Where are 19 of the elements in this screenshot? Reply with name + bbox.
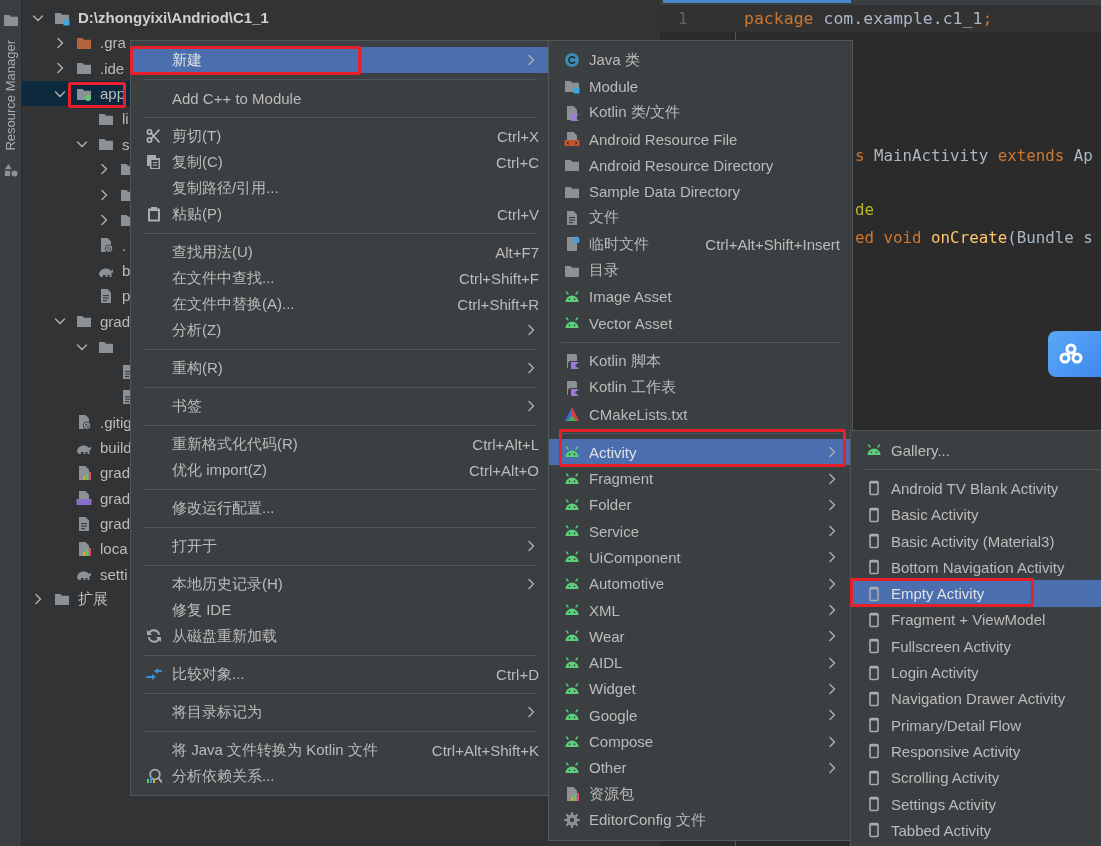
code-line: s MainActivity extends Ap xyxy=(855,145,1093,165)
tree-label: p xyxy=(122,287,131,305)
tree-label: s xyxy=(122,135,130,153)
tree-label: grad xyxy=(100,515,131,533)
tree-label: .ide xyxy=(100,59,125,77)
tree-label: D:\zhongyixi\Andriod\C1_1 xyxy=(78,9,269,27)
code-line: de xyxy=(855,200,875,220)
tree-label: b xyxy=(122,262,131,280)
code-line: ed void onCreate(Bundle s xyxy=(855,227,1093,247)
tree-label: 扩展 xyxy=(78,589,108,609)
tree-label: . xyxy=(122,236,127,254)
code-line: package com.example.c1_1; xyxy=(743,9,993,29)
tree-label: grad xyxy=(100,312,131,330)
tree-label: setti xyxy=(100,565,128,583)
tree-label: li xyxy=(122,110,129,128)
tree-label: .gra xyxy=(100,34,126,52)
tree-label: loca xyxy=(100,540,128,558)
tree-label: grad xyxy=(100,489,131,507)
tree-label: grad xyxy=(100,464,131,482)
